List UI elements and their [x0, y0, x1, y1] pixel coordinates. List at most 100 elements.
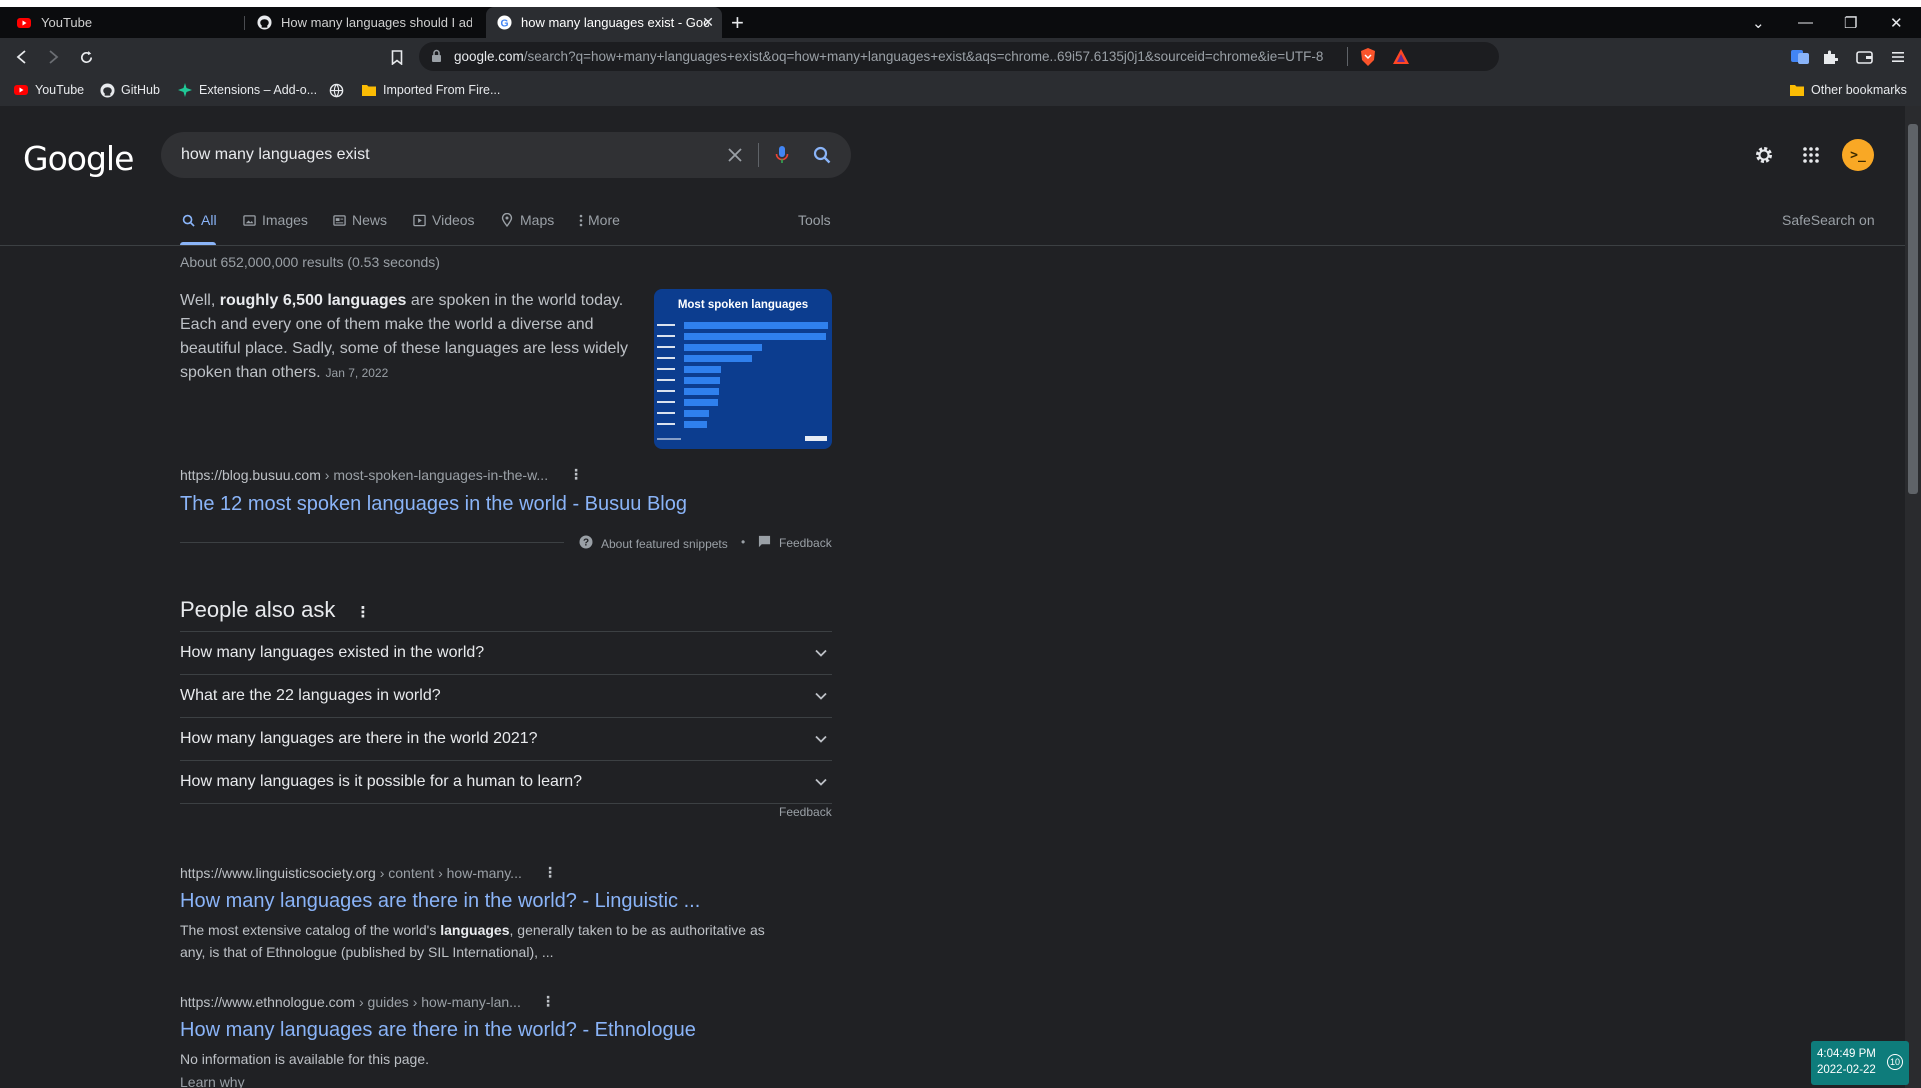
about-featured-snippets-link[interactable]: ? About featured snippets [579, 535, 728, 552]
google-apps-icon[interactable] [1799, 143, 1823, 167]
address-url: google.com/search?q=how+many+languages+e… [454, 49, 1323, 64]
result-source-url[interactable]: https://www.linguisticsociety.org › cont… [180, 865, 522, 881]
featured-source-url[interactable]: https://blog.busuu.com › most-spoken-lan… [180, 467, 548, 483]
browser-toolbar: google.com/search?q=how+many+languages+e… [0, 38, 1921, 76]
tab-more[interactable]: More [577, 212, 620, 228]
folder-icon [361, 82, 377, 98]
paa-question[interactable]: How many languages existed in the world? [180, 632, 832, 675]
result-stats: About 652,000,000 results (0.53 seconds) [180, 254, 440, 270]
snippet-feedback-link[interactable]: Feedback [758, 535, 832, 551]
brave-shield-icon[interactable] [1359, 47, 1377, 72]
tab-videos[interactable]: Videos [411, 212, 475, 228]
result-title[interactable]: How many languages are there in the worl… [180, 1019, 696, 1042]
tab-all[interactable]: All [180, 212, 217, 228]
minimize-icon[interactable]: — [1798, 14, 1813, 31]
bookmark-label: Extensions – Add-o... [199, 83, 318, 97]
tab-label: YouTube [41, 15, 93, 30]
tab-youtube[interactable]: YouTube [6, 7, 242, 38]
result-title[interactable]: How many languages are there in the worl… [180, 890, 700, 913]
tab-label: how many languages exist - Goog [521, 15, 709, 30]
account-avatar[interactable]: >_ [1842, 139, 1874, 171]
google-logo[interactable]: Google [23, 139, 134, 178]
bookmark-label: YouTube [35, 83, 85, 97]
paa-question-text: How many languages is it possible for a … [180, 773, 582, 790]
tab-github-issue[interactable]: How many languages should I add? · I [246, 7, 482, 38]
bookmark-youtube[interactable]: YouTube [13, 82, 84, 98]
tab-images[interactable]: Images [241, 212, 308, 228]
paa-question[interactable]: How many languages is it possible for a … [180, 761, 832, 804]
voice-search-icon[interactable] [770, 143, 794, 167]
desc-text: The most extensive catalog of the world'… [180, 922, 441, 938]
result-options-icon[interactable]: ⋮ [541, 993, 555, 1010]
help-icon: ? [579, 535, 593, 552]
bookmark-label: GitHub [121, 83, 160, 97]
close-window-icon[interactable]: ✕ [1890, 14, 1903, 32]
result-options-icon[interactable]: ⋮ [543, 864, 557, 881]
address-path: /search?q=how+many+languages+exist&oq=ho… [523, 49, 1324, 64]
bookmark-folder-imported[interactable]: Imported From Fire... [361, 82, 500, 98]
search-divider [758, 143, 759, 167]
paa-question[interactable]: How many languages are there in the worl… [180, 718, 832, 761]
wallet-icon[interactable] [1854, 47, 1874, 67]
github-icon [256, 15, 272, 31]
tab-search-icon[interactable]: ⌄ [1752, 14, 1765, 32]
active-tab-indicator [180, 242, 216, 245]
youtube-icon [16, 15, 32, 31]
paa-question[interactable]: What are the 22 languages in world? [180, 675, 832, 718]
brave-rewards-icon[interactable] [1392, 48, 1410, 70]
scrollbar-thumb[interactable] [1908, 124, 1918, 494]
more-vert-icon [577, 212, 585, 228]
restore-icon[interactable]: ❐ [1844, 14, 1857, 32]
tab-label: Images [262, 212, 308, 228]
source-path: › most-spoken-languages-in-the-w... [320, 467, 549, 483]
safesearch-button[interactable]: SafeSearch on [1782, 212, 1875, 228]
github-icon [99, 82, 115, 98]
youtube-icon [13, 82, 29, 98]
learn-why-link[interactable]: Learn why [180, 1071, 245, 1088]
separator-bullet: • [741, 535, 746, 549]
snippet-text-bold: roughly 6,500 languages [219, 292, 407, 309]
paa-question-text: How many languages are there in the worl… [180, 730, 538, 747]
back-icon[interactable] [12, 47, 32, 67]
notification-badge[interactable]: 10 [1887, 1054, 1903, 1070]
featured-snippet-image[interactable]: Most spoken languages [654, 289, 832, 449]
reload-icon[interactable] [76, 47, 96, 67]
bookmark-label: Imported From Fire... [383, 83, 501, 97]
featured-snippet-text: Well, roughly 6,500 languages are spoken… [180, 289, 630, 385]
paa-question-text: What are the 22 languages in world? [180, 687, 441, 704]
search-icon[interactable] [810, 143, 834, 167]
tools-button[interactable]: Tools [798, 212, 831, 228]
result-description: No information is available for this pag… [180, 1051, 430, 1067]
bookmark-page-icon[interactable] [387, 47, 407, 67]
forward-icon[interactable] [43, 47, 63, 67]
paa-options-icon[interactable]: ⋮ [355, 604, 370, 621]
tab-maps[interactable]: Maps [499, 212, 554, 228]
result-source-url[interactable]: https://www.ethnologue.com › guides › ho… [180, 994, 521, 1010]
page-scrollbar[interactable] [1905, 106, 1921, 1088]
tab-news[interactable]: News [331, 212, 387, 228]
close-tab-icon[interactable]: ✕ [702, 14, 714, 31]
result-options-icon[interactable]: ⋮ [569, 466, 583, 483]
tab-google-search[interactable]: G how many languages exist - Goog ✕ [486, 7, 722, 38]
bookmark-globe[interactable] [328, 82, 350, 98]
bookmark-github[interactable]: GitHub [99, 82, 160, 98]
search-input[interactable]: how many languages exist [181, 146, 370, 164]
feedback-label: Feedback [779, 536, 832, 550]
snippet-divider [180, 542, 564, 543]
settings-gear-icon[interactable] [1752, 143, 1776, 167]
bookmark-extensions[interactable]: Extensions – Add-o... [177, 82, 317, 98]
paa-heading-text: People also ask [180, 597, 336, 622]
address-bar[interactable]: google.com/search?q=how+many+languages+e… [419, 42, 1499, 71]
other-bookmarks[interactable]: Other bookmarks [1789, 82, 1907, 98]
search-box[interactable]: how many languages exist [161, 132, 851, 178]
menu-icon[interactable] [1888, 47, 1908, 67]
featured-result-title[interactable]: The 12 most spoken languages in the worl… [180, 493, 687, 516]
paa-feedback-link[interactable]: Feedback [779, 805, 832, 819]
new-tab-button[interactable]: + [731, 12, 744, 34]
translate-icon[interactable] [1790, 47, 1810, 67]
extensions-puzzle-icon[interactable] [1820, 47, 1840, 67]
clear-search-icon[interactable] [723, 143, 747, 167]
search-icon [180, 212, 196, 228]
taskbar-clock[interactable]: 4:04:49 PM 2022-02-22 10 [1811, 1041, 1909, 1085]
snippet-text-pre: Well, [180, 292, 220, 309]
